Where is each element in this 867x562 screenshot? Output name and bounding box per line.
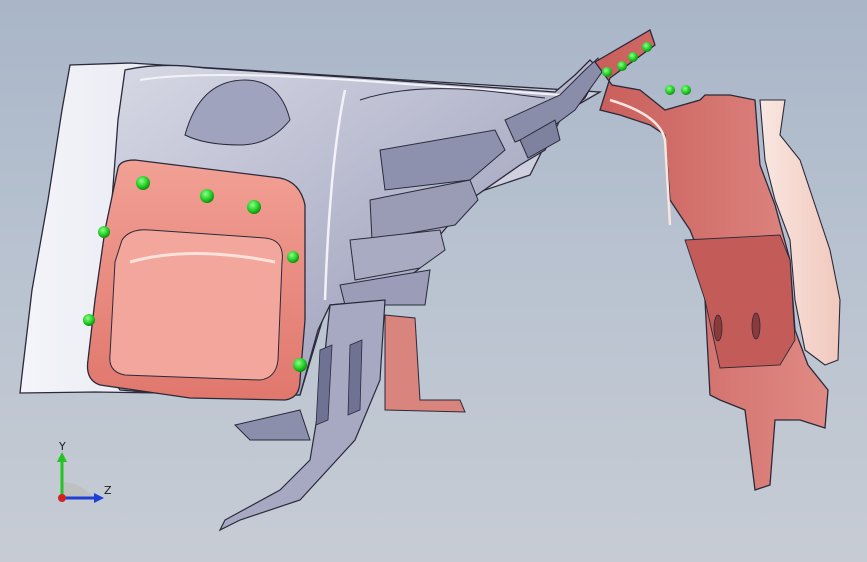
weld-point[interactable] bbox=[200, 189, 214, 203]
mounting-hole-2[interactable] bbox=[751, 312, 761, 340]
lower-slot-2 bbox=[347, 339, 363, 416]
right-bracket[interactable] bbox=[594, 29, 841, 491]
weld-point[interactable] bbox=[287, 251, 299, 263]
weld-point[interactable] bbox=[98, 226, 110, 238]
right-bracket-inner-face bbox=[684, 234, 796, 369]
weld-point[interactable] bbox=[665, 85, 675, 95]
cad-model-scene[interactable] bbox=[0, 0, 867, 562]
lower-flange-2[interactable] bbox=[234, 409, 311, 441]
weld-point[interactable] bbox=[83, 314, 95, 326]
axis-triad: Y Z bbox=[57, 440, 112, 503]
weld-point[interactable] bbox=[681, 85, 691, 95]
3d-viewport[interactable]: Y Z bbox=[0, 0, 867, 562]
z-axis-arrow bbox=[94, 493, 104, 503]
weld-point[interactable] bbox=[136, 176, 150, 190]
weld-point[interactable] bbox=[293, 358, 307, 372]
weld-point[interactable] bbox=[247, 200, 261, 214]
lower-flange-strip[interactable] bbox=[384, 314, 466, 413]
weld-point[interactable] bbox=[602, 67, 612, 77]
triad-plane bbox=[62, 482, 94, 498]
weld-point[interactable] bbox=[642, 42, 652, 52]
y-axis-arrow bbox=[57, 452, 67, 462]
x-axis-dot bbox=[58, 494, 66, 502]
mounting-hole-1[interactable] bbox=[713, 314, 723, 342]
weld-point[interactable] bbox=[617, 61, 627, 71]
z-axis-label: Z bbox=[104, 484, 112, 497]
y-axis-label: Y bbox=[58, 440, 66, 453]
weld-point[interactable] bbox=[628, 52, 638, 62]
